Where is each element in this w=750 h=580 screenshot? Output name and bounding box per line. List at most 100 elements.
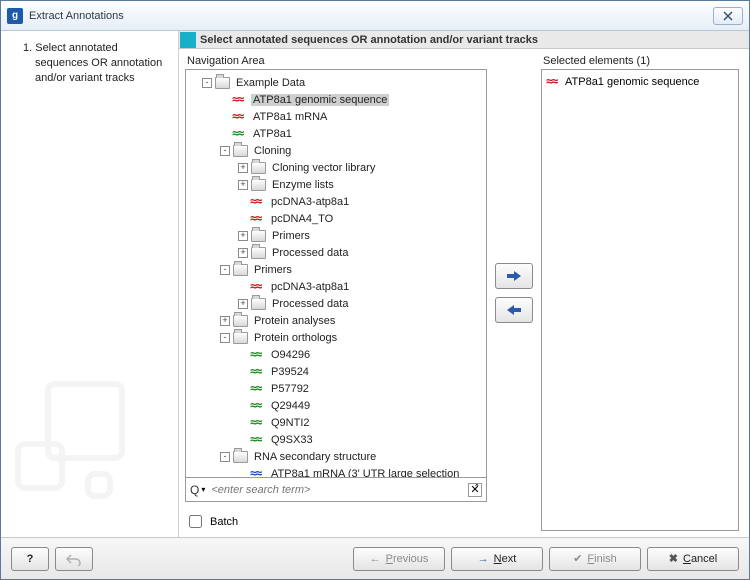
cancel-icon: ✖ xyxy=(669,552,678,565)
expand-icon[interactable]: + xyxy=(238,299,248,309)
expand-icon[interactable]: + xyxy=(238,248,248,258)
tree-node[interactable]: ≈≈pcDNA3-atp8a1 xyxy=(188,278,484,295)
header-title: Select annotated sequences OR annotation… xyxy=(200,34,538,46)
tree-node[interactable]: ≈≈ Q9NTI2 xyxy=(188,414,484,431)
help-icon: ? xyxy=(27,553,34,565)
tree-node[interactable]: ≈≈ P57792 xyxy=(188,380,484,397)
tree-node-label: ATP8a1 mRNA xyxy=(251,111,329,123)
tree-node-label: Protein orthologs xyxy=(252,332,339,344)
tree-node[interactable]: ≈≈ ATP8a1 mRNA xyxy=(188,108,484,125)
dialog-body: 1. Select annotated sequences OR annotat… xyxy=(1,31,749,537)
tree-node[interactable]: - Cloning xyxy=(188,142,484,159)
arrow-left-icon: ← xyxy=(370,553,381,565)
folder-icon xyxy=(251,179,266,191)
tree-node[interactable]: +Enzyme lists xyxy=(188,176,484,193)
tree-node[interactable]: ≈≈ pcDNA4_TO xyxy=(188,210,484,227)
dna-sequence-icon: ≈≈ xyxy=(250,213,265,224)
navigation-tree-scroll[interactable]: -Example Data≈≈ATP8a1 genomic sequence≈≈… xyxy=(186,70,486,477)
collapse-icon[interactable]: - xyxy=(220,265,230,275)
tree-node[interactable]: - Example Data xyxy=(188,74,484,91)
dna-sequence-icon: ≈≈ xyxy=(546,76,561,87)
selected-elements-label: Selected elements (1) xyxy=(543,55,739,67)
cancel-button[interactable]: ✖ Cancel xyxy=(647,547,739,571)
undo-icon xyxy=(66,552,82,566)
expand-icon[interactable]: + xyxy=(238,231,248,241)
selected-item[interactable]: ≈≈ATP8a1 genomic sequence xyxy=(546,73,734,90)
protein-sequence-icon: ≈≈ xyxy=(250,417,265,428)
finish-button[interactable]: ✔ Finish xyxy=(549,547,641,571)
tree-node-label: Cloning xyxy=(252,145,293,157)
close-button[interactable] xyxy=(713,7,743,25)
chevron-up-icon: ✕̂ xyxy=(470,483,479,496)
expand-icon[interactable]: + xyxy=(220,316,230,326)
tree-node[interactable]: + Primers xyxy=(188,227,484,244)
tree-node[interactable]: ≈≈ATP8a1 mRNA (3' UTR large selection xyxy=(188,465,484,477)
tree-node-label: ATP8a1 xyxy=(251,128,294,140)
titlebar[interactable]: g Extract Annotations xyxy=(1,1,749,31)
tree-node[interactable]: + Processed data xyxy=(188,295,484,312)
tree-node[interactable]: ≈≈P39524 xyxy=(188,363,484,380)
collapse-icon[interactable]: - xyxy=(202,78,212,88)
tree-node[interactable]: ≈≈ATP8a1 xyxy=(188,125,484,142)
help-button[interactable]: ? xyxy=(11,547,49,571)
collapse-icon[interactable]: - xyxy=(220,452,230,462)
batch-checkbox[interactable] xyxy=(189,515,202,528)
tree-node[interactable]: +Processed data xyxy=(188,244,484,261)
protein-sequence-icon: ≈≈ xyxy=(250,366,265,377)
tree-node-label: Q9SX33 xyxy=(269,434,315,446)
footer: ? ← Previous → Next ✔ Finish ✖ Cancel xyxy=(1,537,749,579)
selected-elements-list[interactable]: ≈≈ATP8a1 genomic sequence xyxy=(541,69,739,531)
tree-node[interactable]: ≈≈O94296 xyxy=(188,346,484,363)
dialog-window: g Extract Annotations 1. Select annotate… xyxy=(0,0,750,580)
dna-sequence-icon: ≈≈ xyxy=(250,281,265,292)
main-panel: Select annotated sequences OR annotation… xyxy=(179,31,749,537)
tree-node-label: Primers xyxy=(270,230,312,242)
workarea: Navigation Area -Example Data≈≈ATP8a1 ge… xyxy=(179,49,749,537)
tree-node[interactable]: ≈≈Q29449 xyxy=(188,397,484,414)
tree-node[interactable]: ≈≈pcDNA3-atp8a1 xyxy=(188,193,484,210)
expand-icon[interactable]: + xyxy=(238,180,248,190)
folder-icon xyxy=(233,315,248,327)
app-icon: g xyxy=(7,8,23,24)
search-dropdown-icon[interactable]: ▾ xyxy=(201,485,205,494)
tree-node-label: ATP8a1 genomic sequence xyxy=(251,94,389,106)
tree-node-label: Processed data xyxy=(270,298,350,310)
tree-node[interactable]: -Primers xyxy=(188,261,484,278)
search-icon[interactable]: Q xyxy=(190,483,199,497)
tree-node[interactable]: -RNA secondary structure xyxy=(188,448,484,465)
next-button[interactable]: → Next xyxy=(451,547,543,571)
header-icon xyxy=(180,32,196,48)
previous-button[interactable]: ← Previous xyxy=(353,547,445,571)
transfer-buttons xyxy=(493,55,535,531)
navigation-column: Navigation Area -Example Data≈≈ATP8a1 ge… xyxy=(185,55,487,531)
add-button[interactable] xyxy=(495,263,533,289)
tree-node-label: Example Data xyxy=(234,77,307,89)
collapse-icon[interactable]: - xyxy=(220,146,230,156)
protein-sequence-icon: ≈≈ xyxy=(250,349,265,360)
collapse-search-button[interactable]: ✕̂ xyxy=(468,483,482,497)
reset-button[interactable] xyxy=(55,547,93,571)
expand-icon[interactable]: + xyxy=(238,163,248,173)
steps-panel: 1. Select annotated sequences OR annotat… xyxy=(1,31,179,537)
tree-node[interactable]: + Cloning vector library xyxy=(188,159,484,176)
folder-icon xyxy=(251,230,266,242)
tree-node-label: P57792 xyxy=(269,383,311,395)
tree-node-label: pcDNA4_TO xyxy=(269,213,335,225)
tree-node[interactable]: +Protein analyses xyxy=(188,312,484,329)
tree-node[interactable]: - Protein orthologs xyxy=(188,329,484,346)
folder-icon xyxy=(251,247,266,259)
tree-node-label: Cloning vector library xyxy=(270,162,377,174)
search-input[interactable] xyxy=(209,483,464,497)
collapse-icon[interactable]: - xyxy=(220,333,230,343)
navigation-tree[interactable]: -Example Data≈≈ATP8a1 genomic sequence≈≈… xyxy=(186,70,486,477)
folder-icon xyxy=(233,451,248,463)
tree-node-label: pcDNA3-atp8a1 xyxy=(269,196,351,208)
tree-node-label: Q9NTI2 xyxy=(269,417,312,429)
batch-row: Batch xyxy=(185,512,487,531)
protein-sequence-icon: ≈≈ xyxy=(250,383,265,394)
dna-sequence-icon: ≈≈ xyxy=(232,111,247,122)
remove-button[interactable] xyxy=(495,297,533,323)
tree-node[interactable]: ≈≈Q9SX33 xyxy=(188,431,484,448)
rna-sequence-icon: ≈≈ xyxy=(250,468,265,477)
tree-node[interactable]: ≈≈ATP8a1 genomic sequence xyxy=(188,91,484,108)
